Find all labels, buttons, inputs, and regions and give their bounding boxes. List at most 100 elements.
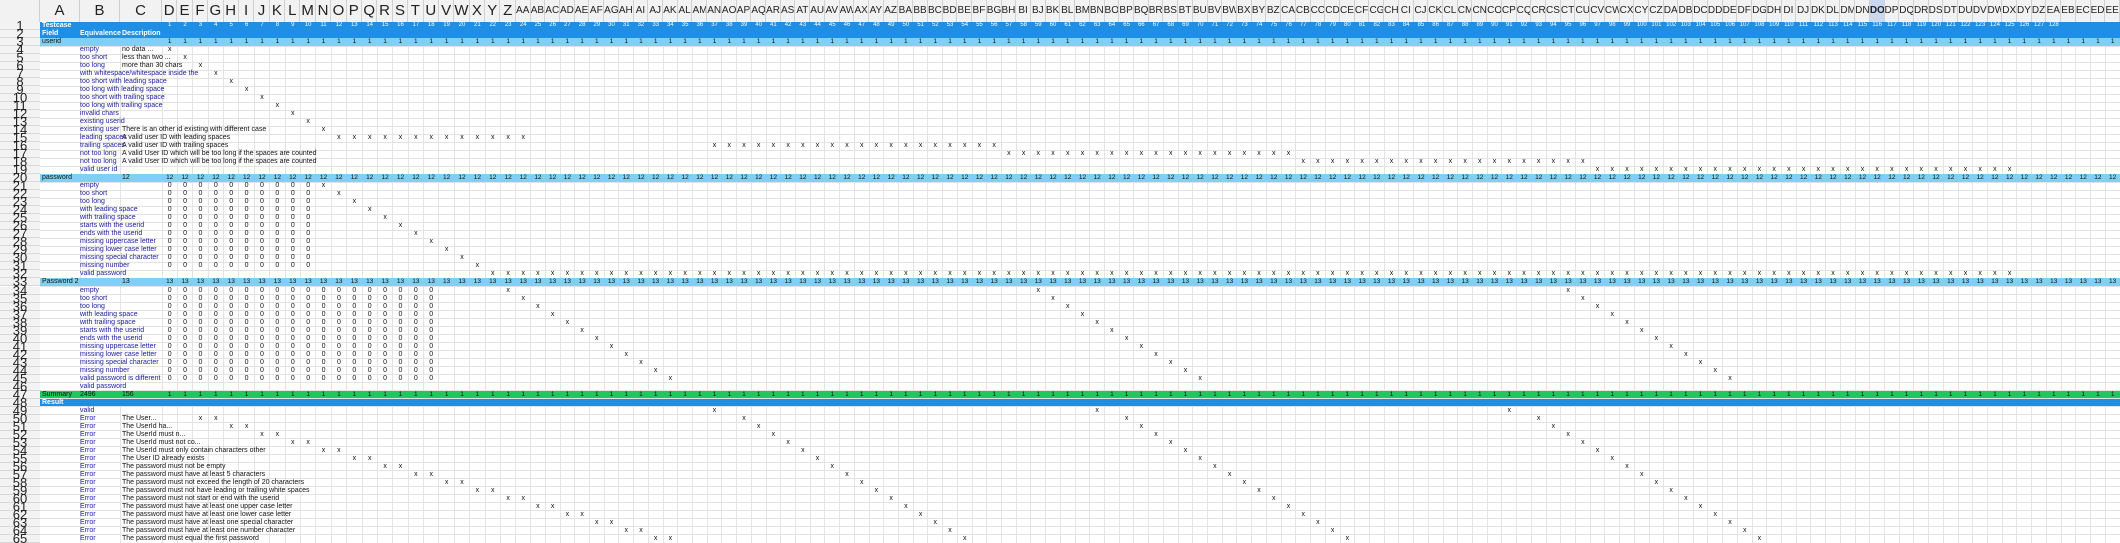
column-header-o[interactable]: O xyxy=(331,0,347,22)
column-header-da[interactable]: DA xyxy=(1664,0,1679,22)
column-header-cr[interactable]: CR xyxy=(1531,0,1547,22)
column-header-bg[interactable]: BG xyxy=(987,0,1002,22)
spreadsheet[interactable]: A B C D E F G H I J K L M N O P Q R S T U V W X Y Z AA AB AC AD AE AF AG… xyxy=(0,0,2120,543)
column-header-ag[interactable]: AG xyxy=(604,0,619,22)
column-header-ax[interactable]: AX xyxy=(854,0,870,22)
column-header-bu[interactable]: BU xyxy=(1193,0,1208,22)
column-header-dy[interactable]: DY xyxy=(2017,0,2032,22)
column-header-m[interactable]: M xyxy=(300,0,316,22)
column-header-az[interactable]: AZ xyxy=(884,0,899,22)
column-header-ct[interactable]: CT xyxy=(1561,0,1576,22)
column-header-dj[interactable]: DJ xyxy=(1796,0,1811,22)
column-header-l[interactable]: L xyxy=(285,0,301,22)
column-header-ay[interactable]: AY xyxy=(869,0,884,22)
column-header-bj[interactable]: BJ xyxy=(1031,0,1046,22)
column-header-ad[interactable]: AD xyxy=(560,0,575,22)
column-header-ac[interactable]: AC xyxy=(545,0,560,22)
column-header-di[interactable]: DI xyxy=(1782,0,1797,22)
column-header-c[interactable]: C xyxy=(120,0,162,22)
column-header-cv[interactable]: CV xyxy=(1590,0,1605,22)
column-header-ck[interactable]: CK xyxy=(1428,0,1443,22)
column-header-ai[interactable]: AI xyxy=(634,0,649,22)
column-header-ak[interactable]: AK xyxy=(663,0,678,22)
column-header-cx[interactable]: CX xyxy=(1620,0,1635,22)
column-header-h[interactable]: H xyxy=(224,0,239,22)
column-header-ee[interactable]: EE xyxy=(2105,0,2120,22)
column-header-cq[interactable]: CQ xyxy=(1517,0,1532,22)
column-header-dl[interactable]: DL xyxy=(1826,0,1841,22)
column-header-g[interactable]: G xyxy=(208,0,224,22)
column-header-t[interactable]: T xyxy=(408,0,424,22)
column-header-ca[interactable]: CA xyxy=(1281,0,1296,22)
column-header-dn[interactable]: DN xyxy=(1855,0,1870,22)
column-header-ci[interactable]: CI xyxy=(1399,0,1414,22)
column-header-ce[interactable]: CE xyxy=(1340,0,1355,22)
column-header-r[interactable]: R xyxy=(377,0,393,22)
column-header-an[interactable]: AN xyxy=(707,0,722,22)
column-header-bl[interactable]: BL xyxy=(1060,0,1076,22)
column-header-cl[interactable]: CL xyxy=(1443,0,1458,22)
column-header-cf[interactable]: CF xyxy=(1355,0,1370,22)
column-header-b[interactable]: B xyxy=(80,0,120,22)
column-header-bm[interactable]: BM xyxy=(1075,0,1090,22)
row-header[interactable]: 65 xyxy=(0,532,40,543)
column-header-br[interactable]: BR xyxy=(1149,0,1164,22)
column-header-ar[interactable]: AR xyxy=(766,0,781,22)
column-header-cu[interactable]: CU xyxy=(1575,0,1591,22)
column-header-ap[interactable]: AP xyxy=(737,0,752,22)
column-header-bs[interactable]: BS xyxy=(1163,0,1179,22)
column-header-cs[interactable]: CS xyxy=(1546,0,1561,22)
column-header-p[interactable]: P xyxy=(347,0,362,22)
column-header-do[interactable]: DO xyxy=(1869,0,1885,22)
column-header-dt[interactable]: DT xyxy=(1943,0,1959,22)
column-header-cc[interactable]: CC xyxy=(1311,0,1326,22)
column-header-bp[interactable]: BP xyxy=(1119,0,1134,22)
column-header-j[interactable]: J xyxy=(254,0,270,22)
column-header-cp[interactable]: CP xyxy=(1502,0,1517,22)
column-header-bt[interactable]: BT xyxy=(1178,0,1193,22)
column-header-bn[interactable]: BN xyxy=(1090,0,1105,22)
column-header-by[interactable]: BY xyxy=(1252,0,1267,22)
column-header-dr[interactable]: DR xyxy=(1914,0,1929,22)
column-header-cz[interactable]: CZ xyxy=(1649,0,1664,22)
column-header-f[interactable]: F xyxy=(193,0,209,22)
column-header-bq[interactable]: BQ xyxy=(1134,0,1149,22)
column-header-i[interactable]: I xyxy=(239,0,255,22)
column-header-u[interactable]: U xyxy=(424,0,439,22)
column-header-ds[interactable]: DS xyxy=(1929,0,1944,22)
column-header-ab[interactable]: AB xyxy=(531,0,546,22)
column-header-a[interactable]: A xyxy=(40,0,80,22)
column-header-bb[interactable]: BB xyxy=(913,0,928,22)
column-header-ea[interactable]: EA xyxy=(2046,0,2062,22)
column-header-dc[interactable]: DC xyxy=(1693,0,1708,22)
column-header-ah[interactable]: AH xyxy=(619,0,634,22)
column-header-ed[interactable]: ED xyxy=(2091,0,2106,22)
column-header-v[interactable]: V xyxy=(439,0,455,22)
column-header-y[interactable]: Y xyxy=(485,0,501,22)
column-header-cm[interactable]: CM xyxy=(1458,0,1473,22)
column-header-eb[interactable]: EB xyxy=(2061,0,2076,22)
column-header-db[interactable]: DB xyxy=(1678,0,1694,22)
column-header-dg[interactable]: DG xyxy=(1752,0,1767,22)
column-header-cy[interactable]: CY xyxy=(1634,0,1650,22)
column-header-w[interactable]: W xyxy=(454,0,470,22)
column-header-dd[interactable]: DD xyxy=(1708,0,1723,22)
column-header-cd[interactable]: CD xyxy=(1325,0,1340,22)
column-header-al[interactable]: AL xyxy=(678,0,693,22)
column-header-bw[interactable]: BW xyxy=(1222,0,1237,22)
column-header-s[interactable]: S xyxy=(393,0,409,22)
column-header-co[interactable]: CO xyxy=(1487,0,1502,22)
column-header-dw[interactable]: DW xyxy=(1988,0,2003,22)
column-header-de[interactable]: DE xyxy=(1723,0,1738,22)
column-header-bi[interactable]: BI xyxy=(1016,0,1031,22)
column-header-n[interactable]: N xyxy=(316,0,332,22)
column-header-e[interactable]: E xyxy=(177,0,193,22)
column-header-ba[interactable]: BA xyxy=(899,0,914,22)
column-header-ae[interactable]: AE xyxy=(575,0,590,22)
column-header-z[interactable]: Z xyxy=(500,0,516,22)
column-header-dz[interactable]: DZ xyxy=(2032,0,2047,22)
column-header-cj[interactable]: CJ xyxy=(1414,0,1429,22)
column-header-be[interactable]: BE xyxy=(957,0,973,22)
column-header-ch[interactable]: CH xyxy=(1384,0,1399,22)
column-header-bk[interactable]: BK xyxy=(1046,0,1061,22)
